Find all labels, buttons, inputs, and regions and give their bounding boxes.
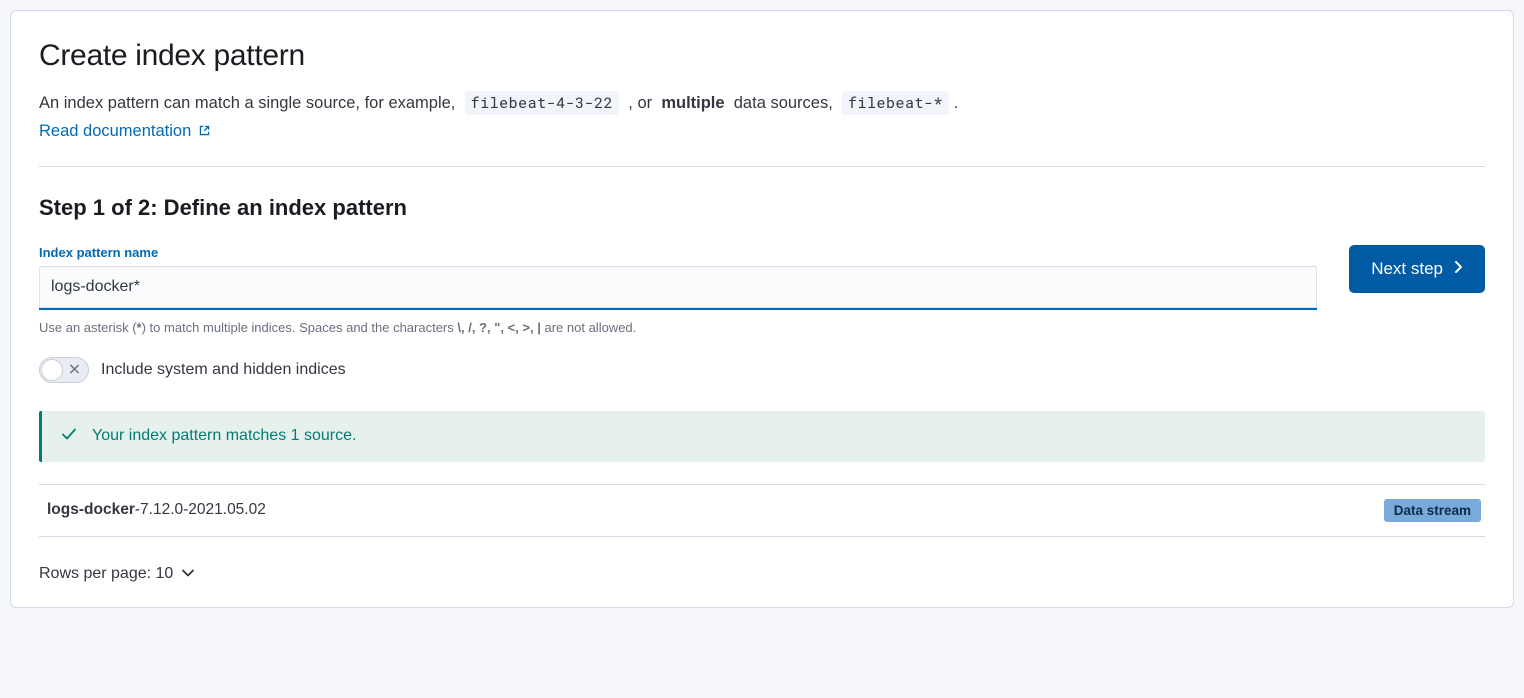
table-row: logs-docker-7.12.0-2021.05.02 Data strea… (39, 484, 1485, 537)
data-stream-badge: Data stream (1384, 499, 1481, 522)
read-documentation-link[interactable]: Read documentation (39, 122, 211, 140)
help-segment: are not allowed. (541, 320, 636, 335)
check-icon (60, 425, 78, 448)
input-help-text: Use an asterisk (*) to match multiple in… (39, 320, 1317, 335)
include-system-indices-label: Include system and hidden indices (101, 361, 346, 379)
intro-segment: . (954, 94, 959, 112)
match-success-callout: Your index pattern matches 1 source. (39, 411, 1485, 462)
intro-segment: data sources, (729, 94, 837, 112)
source-name: logs-docker-7.12.0-2021.05.02 (47, 501, 266, 519)
intro-segment: , or (624, 94, 657, 112)
intro-bold: multiple (661, 94, 724, 112)
index-pattern-name-label: Index pattern name (39, 245, 1317, 260)
intro-text: An index pattern can match a single sour… (39, 91, 1485, 116)
matching-sources-table: logs-docker-7.12.0-2021.05.02 Data strea… (39, 484, 1485, 537)
step-title: Step 1 of 2: Define an index pattern (39, 195, 1485, 221)
create-index-pattern-panel: Create index pattern An index pattern ca… (10, 10, 1514, 608)
next-step-button[interactable]: Next step (1349, 245, 1485, 293)
help-chars: \, /, ?, ", <, >, | (457, 320, 541, 335)
form-row: Index pattern name Use an asterisk (*) t… (39, 245, 1485, 335)
doc-link-label: Read documentation (39, 122, 191, 140)
source-name-bold: logs-docker (47, 501, 135, 518)
next-step-label: Next step (1371, 259, 1443, 279)
switch-knob (41, 359, 63, 381)
external-link-icon (198, 123, 211, 142)
intro-code-single: filebeat-4-3-22 (465, 91, 620, 115)
chevron-right-icon (1453, 259, 1463, 279)
x-icon (69, 362, 80, 377)
help-segment: Use an asterisk ( (39, 320, 137, 335)
intro-segment: An index pattern can match a single sour… (39, 94, 460, 112)
help-segment: ) to match multiple indices. Spaces and … (142, 320, 458, 335)
index-pattern-name-input[interactable] (39, 266, 1317, 310)
include-system-indices-row: Include system and hidden indices (39, 357, 1485, 383)
intro-code-multi: filebeat-* (842, 91, 949, 115)
section-divider (39, 166, 1485, 167)
callout-text: Your index pattern matches 1 source. (92, 427, 356, 445)
source-name-rest: -7.12.0-2021.05.02 (135, 501, 266, 518)
page-title: Create index pattern (39, 39, 1485, 73)
rows-per-page-button[interactable]: Rows per page: 10 (39, 559, 195, 589)
include-system-indices-switch[interactable] (39, 357, 89, 383)
chevron-down-icon (181, 565, 195, 583)
rows-per-page-label: Rows per page: 10 (39, 565, 173, 583)
